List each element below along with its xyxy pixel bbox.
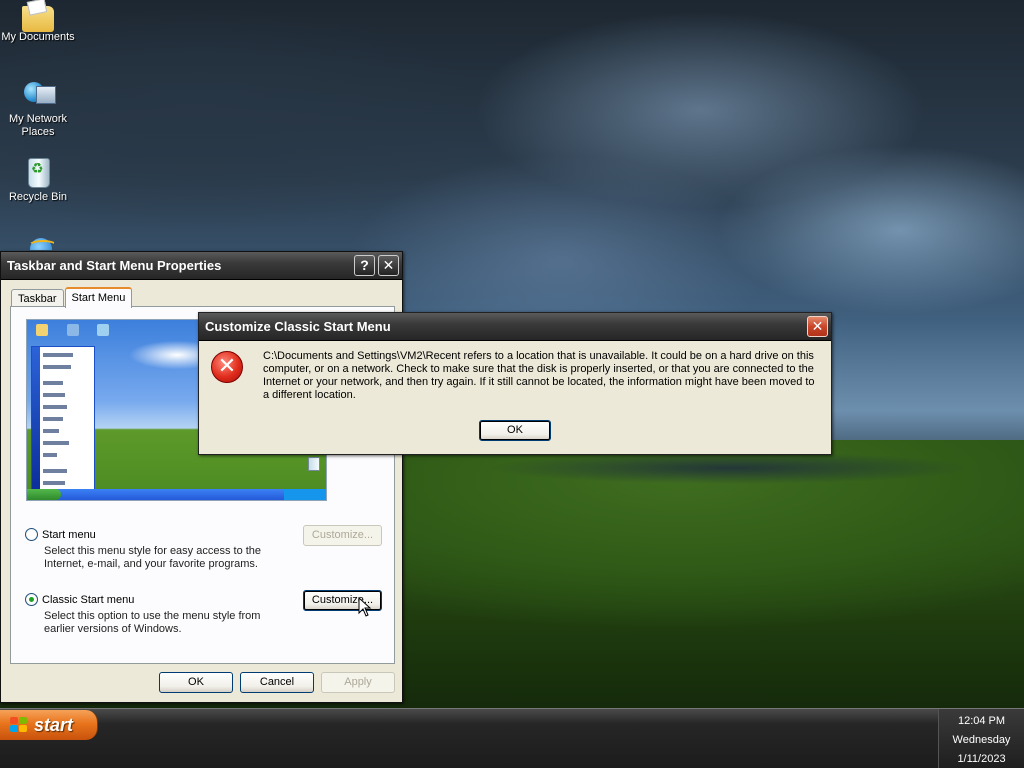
start-menu-radio-row[interactable]: Start menu	[25, 528, 96, 541]
classic-start-menu-radio-label[interactable]: Classic Start menu	[42, 594, 134, 606]
error-dialog: Customize Classic Start Menu ✕ ✕ C:\Docu…	[198, 312, 832, 455]
start-button[interactable]: start	[0, 710, 98, 740]
titlebar[interactable]: Customize Classic Start Menu ✕	[199, 313, 831, 341]
classic-start-menu-radio-row[interactable]: Classic Start menu	[25, 593, 134, 606]
preview-recycle-bin-icon	[308, 457, 320, 471]
error-ok-button[interactable]: OK	[479, 420, 551, 441]
desktop-icon-my-documents[interactable]: My Documents	[0, 2, 76, 44]
desktop-icon-label: My Network Places	[8, 113, 68, 138]
close-button[interactable]: ✕	[378, 255, 399, 276]
error-dialog-body: ✕ C:\Documents and Settings\VM2\Recent r…	[199, 341, 831, 454]
preview-computer-icon	[67, 324, 79, 336]
clock-day: Wednesday	[952, 734, 1011, 746]
preview-taskbar	[27, 489, 326, 500]
apply-button[interactable]: Apply	[321, 672, 395, 693]
preview-tray	[284, 489, 326, 500]
preview-start-menu	[31, 346, 95, 490]
ok-button[interactable]: OK	[159, 672, 233, 693]
mouse-pointer-icon	[358, 597, 372, 617]
start-menu-radio[interactable]	[25, 528, 38, 541]
error-icon: ✕	[211, 351, 243, 383]
start-menu-radio-label[interactable]: Start menu	[42, 529, 96, 541]
desktop-icon-my-network-places[interactable]: My Network Places	[0, 78, 76, 139]
cancel-button[interactable]: Cancel	[240, 672, 314, 693]
start-menu-description: Select this menu style for easy access t…	[44, 545, 262, 570]
start-menu-customize-button[interactable]: Customize...	[303, 525, 382, 546]
recycle-bin-icon	[22, 156, 54, 188]
internet-explorer-icon[interactable]	[28, 234, 54, 250]
clock-time: 12:04 PM	[957, 715, 1006, 727]
classic-start-menu-radio[interactable]	[25, 593, 38, 606]
tab-start-menu[interactable]: Start Menu	[64, 287, 133, 308]
taskbar: start 12:04 PM Wednesday 1/11/2023	[0, 708, 1024, 768]
preview-start-button	[27, 489, 61, 500]
preview-network-icon	[97, 324, 109, 336]
desktop-icon-label: Recycle Bin	[8, 191, 68, 203]
error-message: C:\Documents and Settings\VM2\Recent ref…	[263, 350, 815, 401]
close-button[interactable]: ✕	[807, 316, 828, 337]
windows-logo-icon	[10, 717, 28, 733]
start-button-label: start	[34, 715, 74, 735]
error-dialog-title: Customize Classic Start Menu	[205, 319, 391, 334]
help-button[interactable]: ?	[354, 255, 375, 276]
dialog-title: Taskbar and Start Menu Properties	[7, 258, 222, 273]
clock-date: 1/11/2023	[957, 753, 1006, 765]
desktop-icon-label: My Documents	[1, 31, 75, 43]
titlebar[interactable]: Taskbar and Start Menu Properties ? ✕	[1, 252, 402, 280]
network-icon	[22, 78, 56, 110]
preview-folder-icon	[36, 324, 48, 336]
folder-icon	[22, 6, 54, 32]
tab-strip: Taskbar Start Menu	[11, 287, 133, 308]
desktop-icon-recycle-bin[interactable]: Recycle Bin	[0, 156, 76, 204]
system-tray-clock[interactable]: 12:04 PM Wednesday 1/11/2023	[938, 709, 1024, 768]
classic-start-menu-description: Select this option to use the menu style…	[44, 610, 261, 635]
